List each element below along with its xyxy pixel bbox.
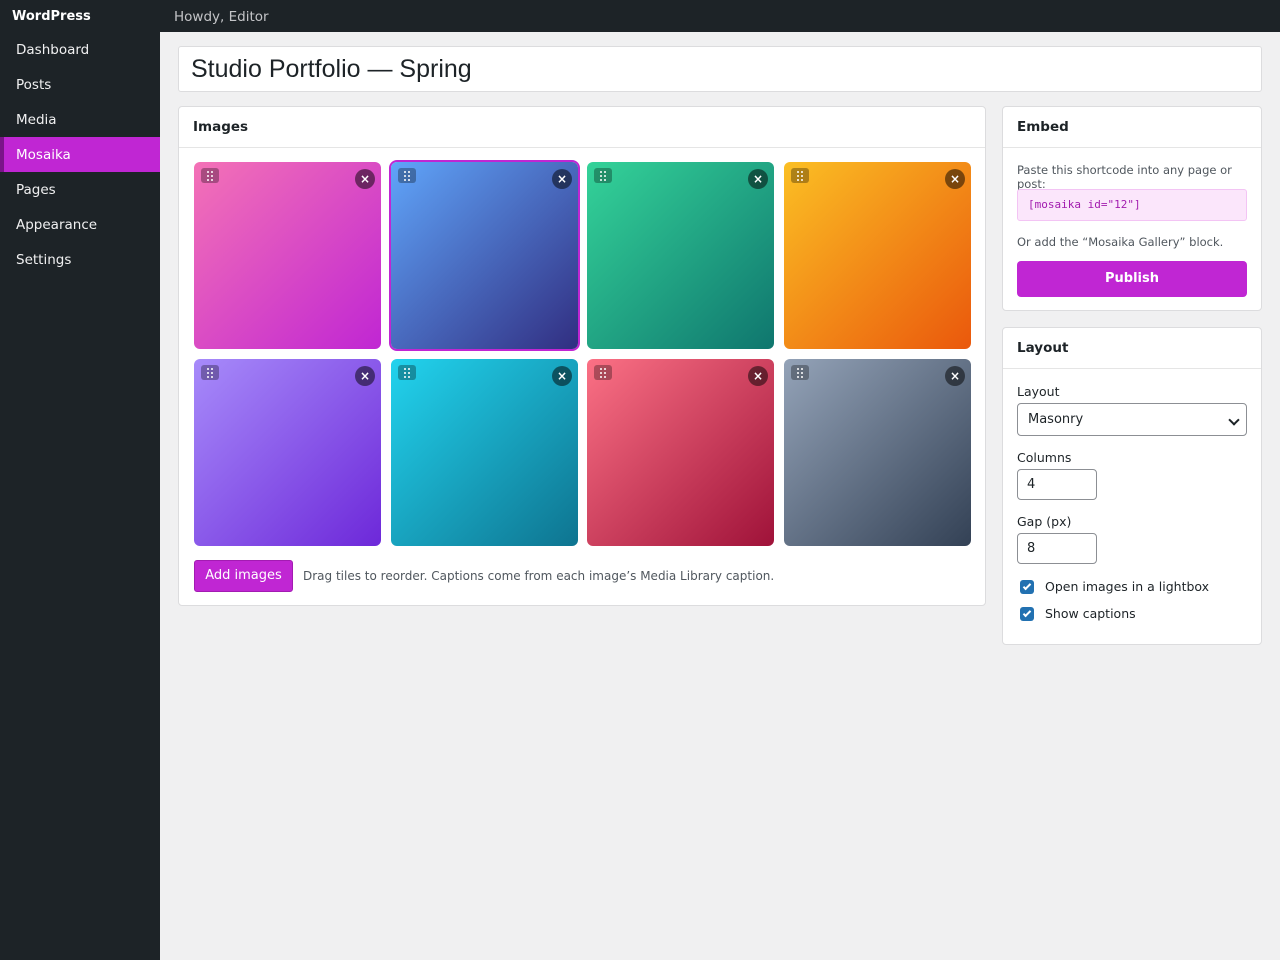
admin-sidebar: WordPress Dashboard Posts Media Mosaika … — [0, 0, 160, 960]
layout-select[interactable]: Masonry — [1017, 403, 1247, 436]
embed-panel-heading: Embed — [1003, 107, 1261, 148]
checkmark-icon — [1022, 581, 1032, 590]
shortcode-field[interactable]: [mosaika id="12"] — [1017, 189, 1247, 221]
close-icon[interactable]: × — [355, 169, 375, 189]
gallery-tile[interactable]: × — [391, 359, 578, 546]
layout-select-value: Masonry — [1028, 412, 1084, 427]
sidebar-item-posts[interactable]: Posts — [0, 67, 160, 102]
captions-label: Show captions — [1045, 606, 1136, 621]
chevron-down-icon — [1228, 414, 1240, 426]
user-greeting[interactable]: Howdy, Editor — [174, 9, 269, 25]
gallery-tile[interactable]: × — [391, 162, 578, 349]
drag-handle-icon[interactable] — [791, 168, 809, 183]
captions-checkbox[interactable] — [1020, 606, 1034, 621]
embed-instructions: Paste this shortcode into any page or po… — [1017, 163, 1232, 191]
gallery-tile[interactable]: × — [587, 162, 774, 349]
sidebar-item-mosaika[interactable]: Mosaika — [0, 137, 160, 172]
embed-block-hint: Or add the “Mosaika Gallery” block. — [1017, 235, 1224, 249]
publish-button[interactable]: Publish — [1017, 261, 1247, 297]
close-icon[interactable]: × — [945, 366, 965, 386]
sidebar-item-appearance[interactable]: Appearance — [0, 207, 160, 242]
add-images-button[interactable]: Add images — [194, 560, 293, 592]
captions-toggle[interactable]: Show captions — [1020, 606, 1136, 621]
lightbox-toggle[interactable]: Open images in a lightbox — [1020, 579, 1209, 594]
drag-handle-icon[interactable] — [594, 168, 612, 183]
close-icon[interactable]: × — [552, 169, 572, 189]
sidebar-item-settings[interactable]: Settings — [0, 242, 160, 277]
images-panel-heading: Images — [179, 107, 985, 148]
gallery-title-input[interactable]: Studio Portfolio — Spring — [178, 46, 1262, 92]
lightbox-checkbox[interactable] — [1020, 579, 1034, 594]
layout-select-label: Layout — [1017, 384, 1060, 399]
close-icon[interactable]: × — [552, 366, 572, 386]
gallery-tile[interactable]: × — [784, 359, 971, 546]
lightbox-label: Open images in a lightbox — [1045, 579, 1210, 594]
drag-handle-icon[interactable] — [398, 365, 416, 380]
drag-handle-icon[interactable] — [398, 168, 416, 183]
drag-handle-icon[interactable] — [594, 365, 612, 380]
drag-handle-icon[interactable] — [791, 365, 809, 380]
gallery-tile[interactable]: × — [587, 359, 774, 546]
layout-panel: Layout Layout Masonry Columns 4 Gap (px)… — [1002, 327, 1262, 645]
close-icon[interactable]: × — [355, 366, 375, 386]
columns-input[interactable]: 4 — [1017, 469, 1097, 500]
layout-panel-heading: Layout — [1003, 328, 1261, 369]
images-panel: Images × × × × × × × × Add images Drag tiles to… — [178, 106, 986, 606]
gap-input[interactable]: 8 — [1017, 533, 1097, 564]
checkmark-icon — [1022, 608, 1032, 617]
admin-menu: Dashboard Posts Media Mosaika Pages Appe… — [0, 32, 160, 277]
close-icon[interactable]: × — [945, 169, 965, 189]
admin-bar: Howdy, Editor — [160, 0, 1280, 32]
sidebar-item-dashboard[interactable]: Dashboard — [0, 32, 160, 67]
close-icon[interactable]: × — [748, 169, 768, 189]
reorder-hint: Drag tiles to reorder. Captions come fro… — [303, 569, 775, 583]
embed-panel: Embed Paste this shortcode into any page… — [1002, 106, 1262, 311]
columns-label: Columns — [1017, 450, 1072, 465]
gallery-tile[interactable]: × — [194, 162, 381, 349]
drag-handle-icon[interactable] — [201, 168, 219, 183]
gallery-tile[interactable]: × — [194, 359, 381, 546]
close-icon[interactable]: × — [748, 366, 768, 386]
sidebar-item-media[interactable]: Media — [0, 102, 160, 137]
sidebar-item-pages[interactable]: Pages — [0, 172, 160, 207]
gap-label: Gap (px) — [1017, 514, 1072, 529]
drag-handle-icon[interactable] — [201, 365, 219, 380]
gallery-tile[interactable]: × — [784, 162, 971, 349]
brand-logo[interactable]: WordPress — [0, 0, 160, 32]
